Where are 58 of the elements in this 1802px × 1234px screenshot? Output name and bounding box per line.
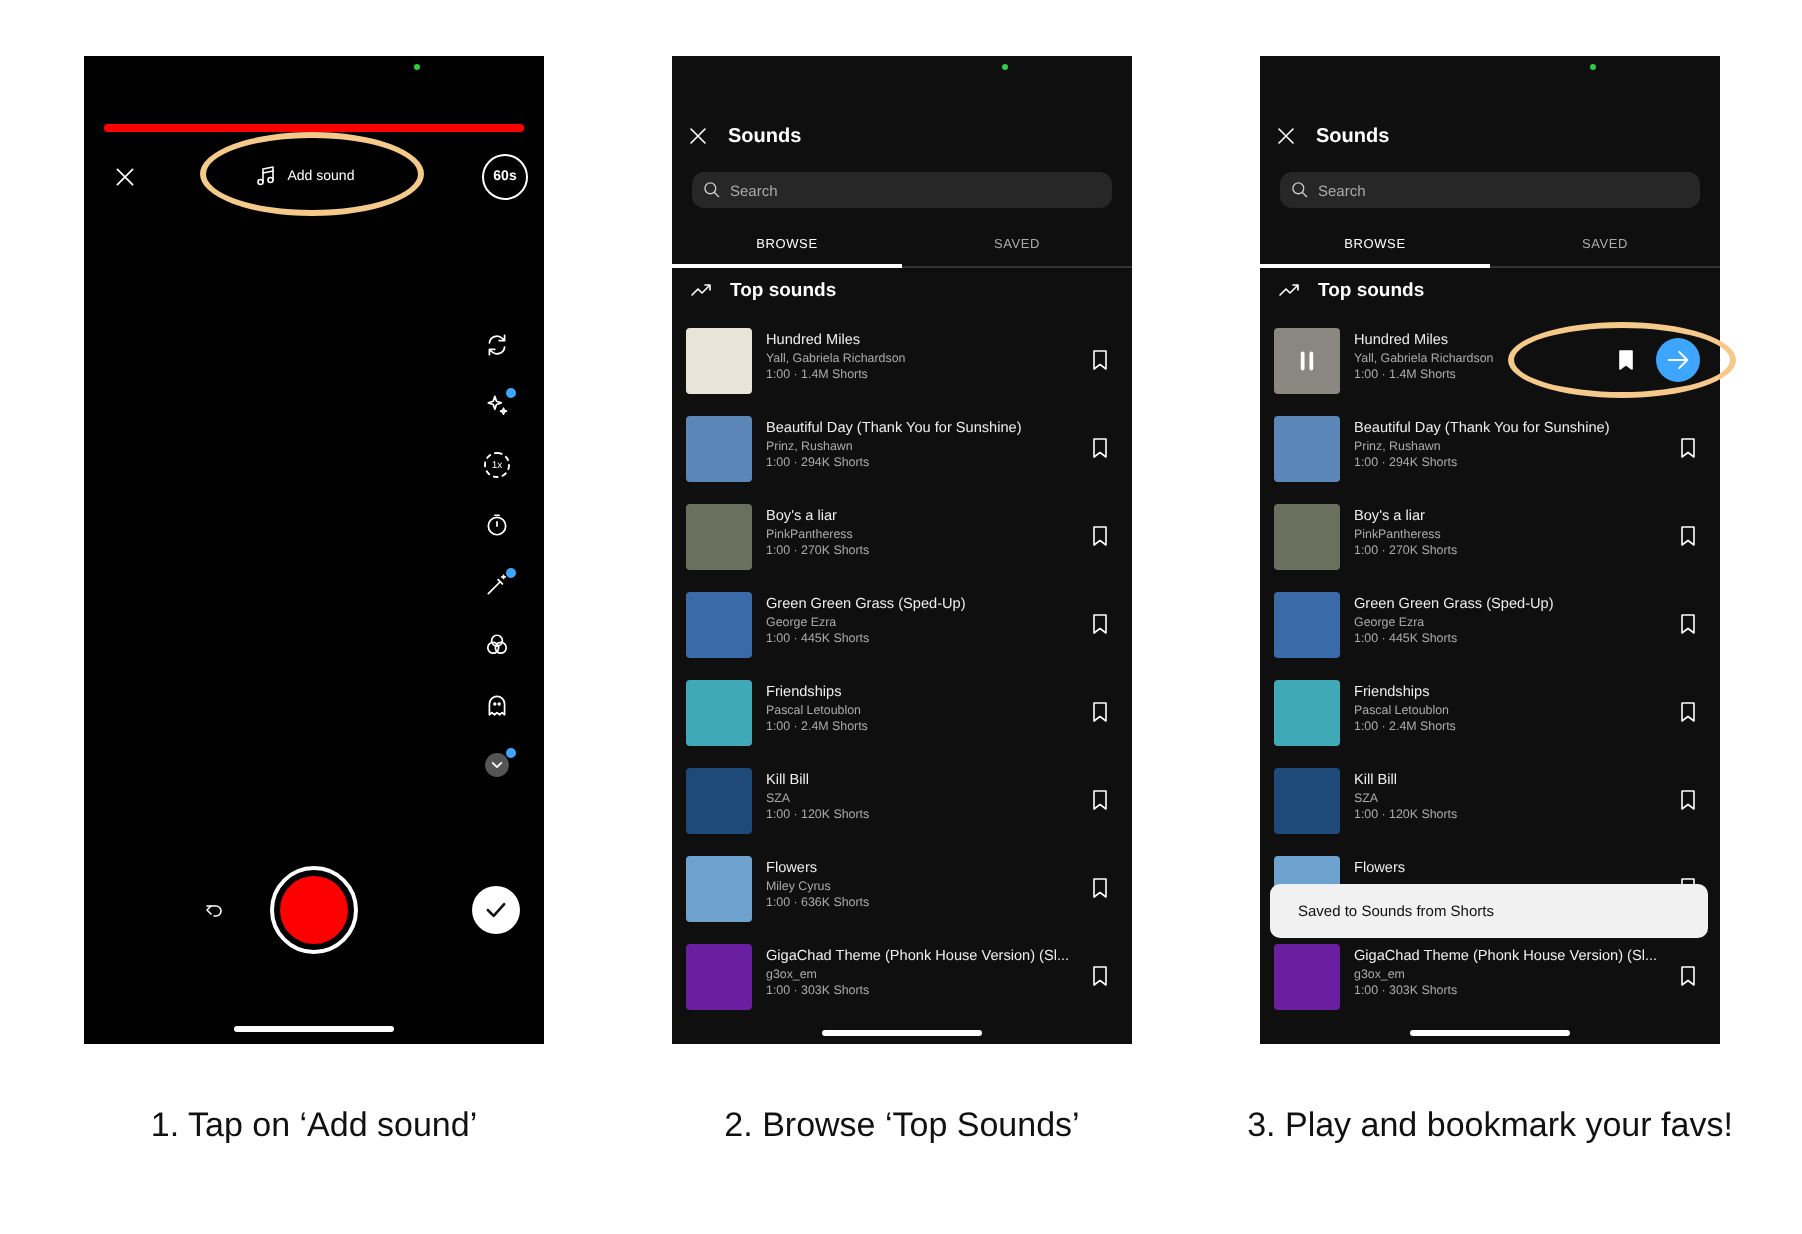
album-art-placeholder [686,327,752,393]
record-button[interactable] [270,866,358,954]
trending-icon [690,278,714,302]
step-caption: 3. Play and bookmark your favs! [1247,1106,1733,1146]
camera-indicator-dot [1002,64,1008,70]
search-icon [702,180,722,200]
bookmark-icon[interactable] [1676,524,1700,548]
search-icon [1290,180,1310,200]
filter-icon[interactable] [484,632,510,658]
camera-indicator-dot [414,64,420,70]
section-title: Top sounds [730,279,837,301]
screen-title: Sounds [728,125,802,147]
music-note-icon [253,164,278,188]
step-caption: 2. Browse ‘Top Sounds’ [724,1106,1080,1146]
trending-icon [1278,278,1302,302]
camera-indicator-dot [1590,64,1596,70]
ghost-icon[interactable] [484,692,510,718]
close-icon[interactable] [112,163,138,189]
bookmark-icon[interactable] [1676,964,1700,988]
bookmark-icon[interactable] [1088,612,1112,636]
bookmark-icon[interactable] [1088,788,1112,812]
album-art-placeholder [1274,503,1340,569]
album-art-placeholder [1274,943,1340,1009]
album-art-placeholder [686,679,752,745]
album-art-placeholder [686,503,752,569]
bookmark-icon[interactable] [1676,700,1700,724]
album-art-placeholder [1274,679,1340,745]
timer-icon[interactable] [484,512,510,538]
magic-wand-icon[interactable] [484,572,510,598]
album-art-placeholder [686,591,752,657]
album-art-placeholder [1274,767,1340,833]
close-icon[interactable] [686,124,710,148]
album-art-placeholder [686,767,752,833]
album-art-placeholder [686,943,752,1009]
bookmark-icon[interactable] [1676,612,1700,636]
screen-title: Sounds [1316,125,1390,147]
sparkle-icon[interactable] [484,392,510,418]
bookmark-icon[interactable] [1088,436,1112,460]
bookmark-icon[interactable] [1676,436,1700,460]
bookmark-filled-icon[interactable] [1614,348,1638,372]
chevron-down-icon[interactable] [484,752,510,778]
bookmark-icon[interactable] [1088,876,1112,900]
bookmark-icon[interactable] [1088,700,1112,724]
album-art-placeholder [1274,591,1340,657]
section-title: Top sounds [1318,279,1425,301]
arrow-right-icon [1664,346,1692,374]
album-art-placeholder [686,855,752,921]
album-art-placeholder [686,415,752,481]
use-sound-button[interactable] [1656,338,1700,382]
bookmark-icon[interactable] [1088,524,1112,548]
bookmark-icon[interactable] [1088,964,1112,988]
done-button[interactable] [472,886,520,934]
step-caption: 1. Tap on ‘Add sound’ [150,1106,478,1146]
album-art-placeholder [1274,415,1340,481]
bookmark-icon[interactable] [1676,788,1700,812]
close-icon[interactable] [1274,124,1298,148]
flip-camera-icon[interactable] [484,332,510,358]
bookmark-icon[interactable] [1088,348,1112,372]
